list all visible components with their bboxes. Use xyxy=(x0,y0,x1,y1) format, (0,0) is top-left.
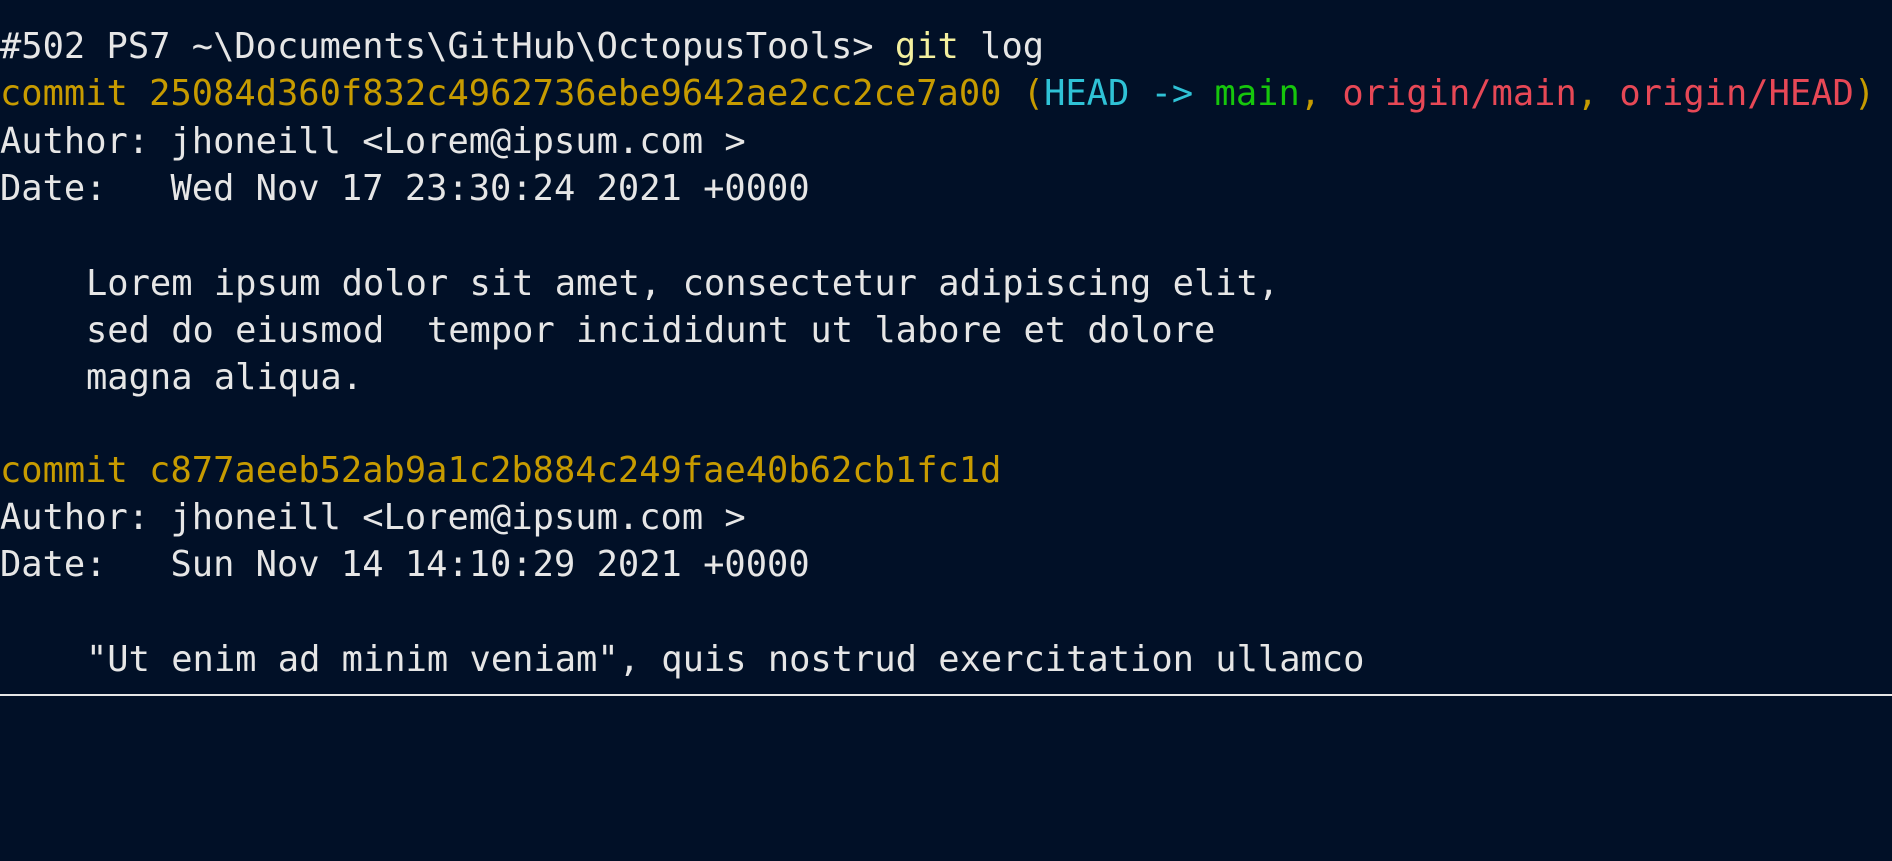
head-arrow: -> xyxy=(1150,73,1194,114)
commit-line: commit 25084d360f832c4962736ebe9642ae2cc… xyxy=(0,70,1875,117)
commit-label: commit xyxy=(0,73,128,114)
ref-open-paren: ( xyxy=(1022,73,1045,114)
prompt-path: #502 PS7 ~\Documents\GitHub\OctopusTools… xyxy=(0,26,874,67)
prompt-line: #502 PS7 ~\Documents\GitHub\OctopusTools… xyxy=(0,23,1044,70)
author-line: Author: jhoneill <Lorem@ipsum.com > xyxy=(0,121,746,162)
commit-line: commit c877aeeb52ab9a1c2b884c249fae40b62… xyxy=(0,447,1001,494)
commit-hash: c877aeeb52ab9a1c2b884c249fae40b62cb1fc1d xyxy=(149,450,1002,491)
commit-message-line: Lorem ipsum dolor sit amet, consectetur … xyxy=(86,263,1280,304)
commit-message-line: sed do eiusmod tempor incididunt ut labo… xyxy=(86,310,1216,351)
commit-message-line: "Ut enim ad minim veniam", quis nostrud … xyxy=(86,639,1365,680)
remote-branch-ref: origin/main xyxy=(1342,73,1577,114)
head-ref: HEAD xyxy=(1044,73,1130,114)
commit-hash: 25084d360f832c4962736ebe9642ae2cc2ce7a00 xyxy=(149,73,1002,114)
remote-head-ref: origin/HEAD xyxy=(1619,73,1854,114)
ref-close-paren: ) xyxy=(1853,73,1876,114)
command-name: git xyxy=(894,26,959,67)
command-argument: log xyxy=(980,26,1045,67)
author-line: Author: jhoneill <Lorem@ipsum.com > xyxy=(0,497,746,538)
ref-separator: , xyxy=(1299,73,1322,114)
terminal-window[interactable]: #502 PS7 ~\Documents\GitHub\OctopusTools… xyxy=(0,0,1892,696)
date-line: Date: Sun Nov 14 14:10:29 2021 +0000 xyxy=(0,544,810,585)
ref-separator: , xyxy=(1576,73,1599,114)
commit-label: commit xyxy=(0,450,128,491)
local-branch-ref: main xyxy=(1214,73,1300,114)
date-line: Date: Wed Nov 17 23:30:24 2021 +0000 xyxy=(0,168,810,209)
commit-message-line: magna aliqua. xyxy=(86,357,363,398)
